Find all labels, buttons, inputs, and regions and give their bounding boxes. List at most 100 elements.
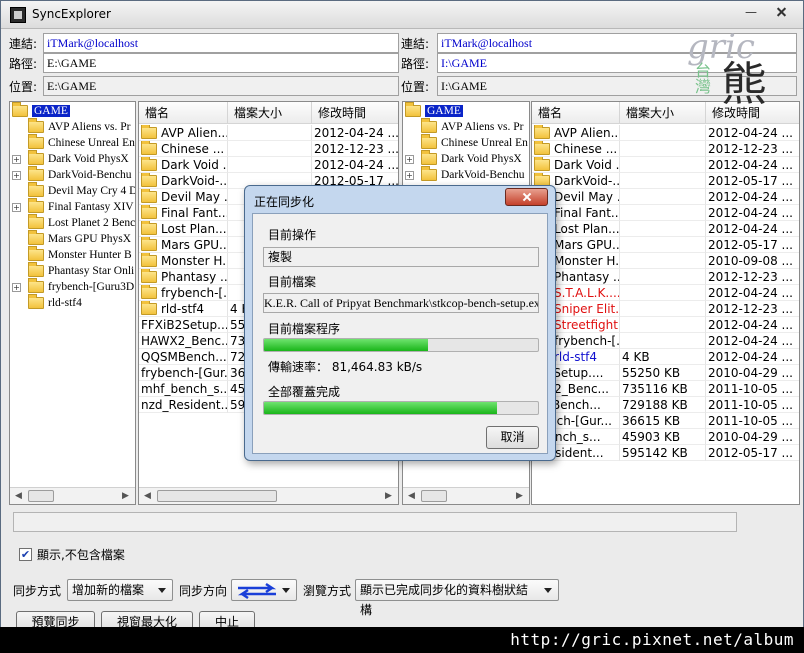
list-item[interactable]: bench-[Gur... 36615 KB 2011-10-05 ... [532,413,799,429]
list-item[interactable]: S.T.A.L.K.... 2012-04-24 ... [532,285,799,301]
list-item[interactable]: AVP Alien... 2012-04-24 ... [139,125,398,141]
show-checkbox[interactable]: ✔ [19,548,32,561]
file-name: HAWX2_Benc... [141,333,228,348]
dialog-close-button[interactable] [505,188,548,206]
close-button[interactable] [764,3,798,21]
file-name: Lost Plan... [554,221,620,236]
cancel-button[interactable]: 取消 [486,426,539,449]
list-item[interactable]: rld-stf4 4 KB 2012-04-24 ... [532,349,799,365]
expand-icon[interactable]: + [405,155,414,164]
left-tree-hscrollbar[interactable]: ◀ ▶ [10,487,135,504]
scroll-thumb[interactable] [157,490,277,502]
list-item[interactable]: Devil May ... 2012-04-24 ... [532,189,799,205]
file-size-cell [620,173,706,189]
tree-item[interactable]: Chinese Unreal En [421,134,528,151]
file-date-cell: 2012-12-23 ... [706,141,799,157]
file-date-cell: 2010-04-29 ... [706,429,799,445]
tree-item[interactable]: Phantasy Star Onli [28,262,134,279]
tree-item[interactable]: rld-stf4 [28,294,82,311]
browse-mode-select[interactable]: 顯示已完成同步化的資料樹狀結構 [355,579,560,617]
tree-item[interactable]: Lost Planet 2 Benc [28,214,136,231]
tree-item[interactable]: Mars GPU PhysX [28,230,131,247]
list-item[interactable]: Monster H... 2010-09-08 ... [532,253,799,269]
file-date-cell: 2012-04-24 ... [706,205,799,221]
tree-root[interactable]: GAME [12,102,70,119]
tree-item[interactable]: frybench-[Guru3D [28,278,134,295]
left-folder-tree[interactable]: GAME AVP Aliens vs. Pr Chinese Unreal En +… [9,101,136,505]
file-name-cell: DarkVoid-... [139,173,228,189]
sync-mode-select[interactable]: 增加新的檔案 [67,579,174,601]
tree-item[interactable]: AVP Aliens vs. Pr [421,118,523,135]
tree-item-label: Monster Hunter B [48,249,132,261]
tree-item[interactable]: Final Fantasy XIV [28,198,134,215]
tree-root[interactable]: GAME [405,102,463,119]
tree-item[interactable]: AVP Aliens vs. Pr [28,118,130,135]
tree-item[interactable]: Monster Hunter B [28,246,132,263]
scroll-left-icon[interactable]: ◀ [139,488,156,504]
tree-item[interactable]: DarkVoid-Benchu [28,166,131,183]
title-bar[interactable]: SyncExplorer — [1,1,803,29]
scroll-left-icon[interactable]: ◀ [403,488,420,504]
list-item[interactable]: Mars GPU... 2012-05-17 ... [532,237,799,253]
col-date[interactable]: 修改時間 [312,102,398,124]
list-item[interactable]: Final Fant... 2012-04-24 ... [532,205,799,221]
scroll-left-icon[interactable]: ◀ [10,488,27,504]
list-item[interactable]: Dark Void ... 2012-04-24 ... [532,157,799,173]
file-name: rld-stf4 [554,349,598,364]
col-size[interactable]: 檔案大小 [228,102,312,124]
file-name: Dark Void ... [161,157,228,172]
list-item[interactable]: Dark Void ... 2012-04-24 ... [139,157,398,173]
folder-icon [28,262,44,277]
list-item[interactable]: iB2Setup.... 55250 KB 2010-04-29 ... [532,365,799,381]
scroll-thumb[interactable] [28,490,54,502]
file-name: QQSMBench... [141,349,227,364]
expand-icon[interactable]: + [12,171,21,180]
file-size-cell [620,333,706,349]
left-connect-field[interactable]: iTMark@localhost [43,33,399,53]
right-tree-hscrollbar[interactable]: ◀ ▶ [403,487,529,504]
file-size-cell: 55250 KB [620,365,706,381]
list-item[interactable]: Chinese ... 2012-12-23 ... [139,141,398,157]
file-name: mhf_bench_s... [141,381,228,396]
list-item[interactable]: SMBench... 729188 KB 2011-10-05 ... [532,397,799,413]
list-item[interactable]: Chinese ... 2012-12-23 ... [532,141,799,157]
tree-item[interactable]: Dark Void PhysX [28,150,129,167]
list-item[interactable]: WX2_Benc... 735116 KB 2011-10-05 ... [532,381,799,397]
expand-icon[interactable]: + [12,283,21,292]
list-item[interactable]: _bench_s... 45903 KB 2010-04-29 ... [532,429,799,445]
expand-icon[interactable]: + [12,155,21,164]
list-item[interactable]: _Resident... 595142 KB 2012-05-17 ... [532,445,799,461]
scroll-right-icon[interactable]: ▶ [117,488,134,504]
sync-direction-select[interactable] [231,579,298,601]
minimize-button[interactable]: — [740,3,762,21]
list-item[interactable]: Streetfight... 2012-04-24 ... [532,317,799,333]
list-item[interactable]: Sniper Elit... 2012-12-23 ... [532,301,799,317]
show-option-row: ✔ 顯示,不包含檔案 [19,546,125,563]
list-item[interactable]: DarkVoid-... 2012-05-17 ... [532,173,799,189]
left-list-hscrollbar[interactable]: ◀ ▶ [139,487,398,504]
folder-icon [28,278,44,293]
expand-icon[interactable]: + [405,171,414,180]
tree-item[interactable]: Chinese Unreal En [28,134,135,151]
scroll-right-icon[interactable]: ▶ [511,488,528,504]
tree-item[interactable]: Dark Void PhysX [421,150,522,167]
list-item[interactable]: frybench-[... 2012-04-24 ... [532,333,799,349]
list-item[interactable]: Phantasy ... 2012-12-23 ... [532,269,799,285]
col-name[interactable]: 檔名 [139,102,228,124]
tree-item[interactable]: Devil May Cry 4 D [28,182,135,199]
scroll-right-icon[interactable]: ▶ [380,488,397,504]
left-path-field[interactable]: E:\GAME [43,53,399,73]
tree-item[interactable]: DarkVoid-Benchu [421,166,524,183]
expand-icon[interactable]: + [12,203,21,212]
file-date-cell: 2012-04-24 ... [706,125,799,141]
tree-item-label: Lost Planet 2 Benc [48,217,136,229]
col-name[interactable]: 檔名 [532,102,620,124]
file-name-cell: rld-stf4 [139,301,228,317]
list-item[interactable]: AVP Alien... 2012-04-24 ... [532,125,799,141]
right-file-list[interactable]: 檔名 檔案大小 修改時間 AVP Alien... 2012-04-24 ... C… [531,101,800,505]
file-size-cell [620,141,706,157]
file-name-cell: Final Fant... [139,205,228,221]
scroll-thumb[interactable] [421,490,447,502]
file-name: AVP Alien... [161,125,228,140]
list-item[interactable]: Lost Plan... 2012-04-24 ... [532,221,799,237]
